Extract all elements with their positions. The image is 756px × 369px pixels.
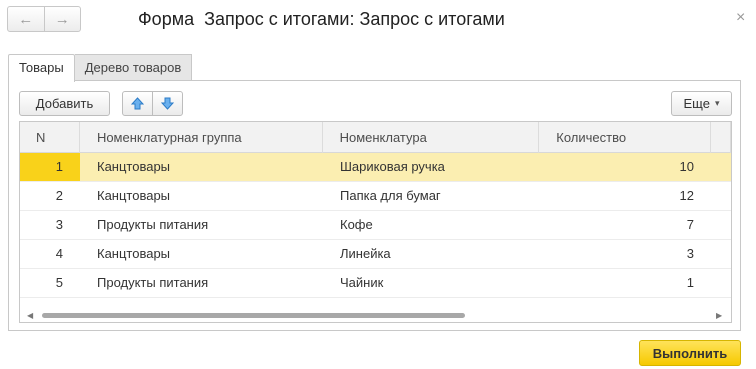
cell-group: Канцтовары (97, 188, 171, 203)
cell-group: Канцтовары (97, 246, 171, 261)
arrow-left-icon: ← (18, 10, 34, 28)
cell-quantity: 7 (686, 217, 694, 232)
cell-quantity: 12 (679, 188, 694, 203)
arrow-right-icon: → (54, 10, 70, 28)
table-row[interactable]: 4 Канцтовары Линейка 3 (20, 240, 731, 269)
cell-item: Чайник (340, 275, 384, 290)
move-up-button[interactable] (123, 92, 152, 115)
table-row[interactable]: 3 Продукты питания Кофе 7 (20, 211, 731, 240)
column-header-group[interactable]: Номенклатурная группа (80, 122, 323, 153)
cell-n: 1 (20, 153, 80, 181)
close-icon: × (736, 9, 746, 26)
goods-table: N Номенклатурная группа Номенклатура Кол… (19, 121, 732, 323)
scrollbar-thumb[interactable] (42, 313, 465, 318)
back-button[interactable]: ← (8, 7, 44, 31)
cell-item: Линейка (340, 246, 391, 261)
table-row[interactable]: 2 Канцтовары Папка для бумаг 12 (20, 182, 731, 211)
arrow-up-icon (131, 97, 144, 110)
table-header: N Номенклатурная группа Номенклатура Кол… (20, 122, 731, 153)
cell-item: Кофе (340, 217, 373, 232)
cell-group: Продукты питания (97, 217, 209, 232)
cell-n: 2 (55, 188, 63, 203)
tab-panel: Добавить Еще ▾ N Номенклатурная группа Н… (8, 80, 741, 331)
scroll-left-icon[interactable]: ◀ (27, 311, 33, 320)
cell-item: Папка для бумаг (340, 188, 441, 203)
cell-n: 4 (55, 246, 63, 261)
column-header-n[interactable]: N (20, 122, 80, 153)
tab-bar: Товары Дерево товаров (8, 54, 193, 82)
scroll-right-icon[interactable]: ▶ (716, 311, 722, 320)
cell-quantity: 3 (686, 246, 694, 261)
arrow-down-icon (161, 97, 174, 110)
table-body: 1 Канцтовары Шариковая ручка 10 2 Канцто… (20, 153, 731, 298)
cell-quantity: 10 (679, 159, 694, 174)
forward-button[interactable]: → (43, 7, 81, 31)
more-button[interactable]: Еще ▾ (671, 91, 732, 116)
column-header-extra[interactable] (711, 122, 731, 153)
run-button[interactable]: Выполнить (639, 340, 741, 366)
tab-goods-tree[interactable]: Дерево товаров (74, 54, 193, 81)
cell-group: Канцтовары (97, 159, 171, 174)
add-button[interactable]: Добавить (19, 91, 110, 116)
cell-item: Шариковая ручка (340, 159, 445, 174)
cell-n: 5 (55, 275, 63, 290)
horizontal-scrollbar[interactable]: ◀ ▶ (20, 308, 731, 322)
cell-quantity: 1 (686, 275, 694, 290)
cell-group: Продукты питания (97, 275, 209, 290)
table-row[interactable]: 1 Канцтовары Шариковая ручка 10 (20, 153, 731, 182)
cell-n: 3 (55, 217, 63, 232)
column-header-quantity[interactable]: Количество (539, 122, 712, 153)
move-down-button[interactable] (152, 92, 182, 115)
move-buttons (122, 91, 183, 116)
tab-goods[interactable]: Товары (8, 54, 75, 82)
column-header-item[interactable]: Номенклатура (323, 122, 540, 153)
chevron-down-icon: ▾ (714, 98, 720, 108)
more-label: Еще (683, 96, 710, 111)
close-button[interactable]: × (736, 10, 745, 26)
form-title: Форма Запрос с итогами: Запрос с итогами (138, 9, 505, 29)
table-row[interactable]: 5 Продукты питания Чайник 1 (20, 269, 731, 298)
history-navigation: ← → (7, 6, 81, 32)
